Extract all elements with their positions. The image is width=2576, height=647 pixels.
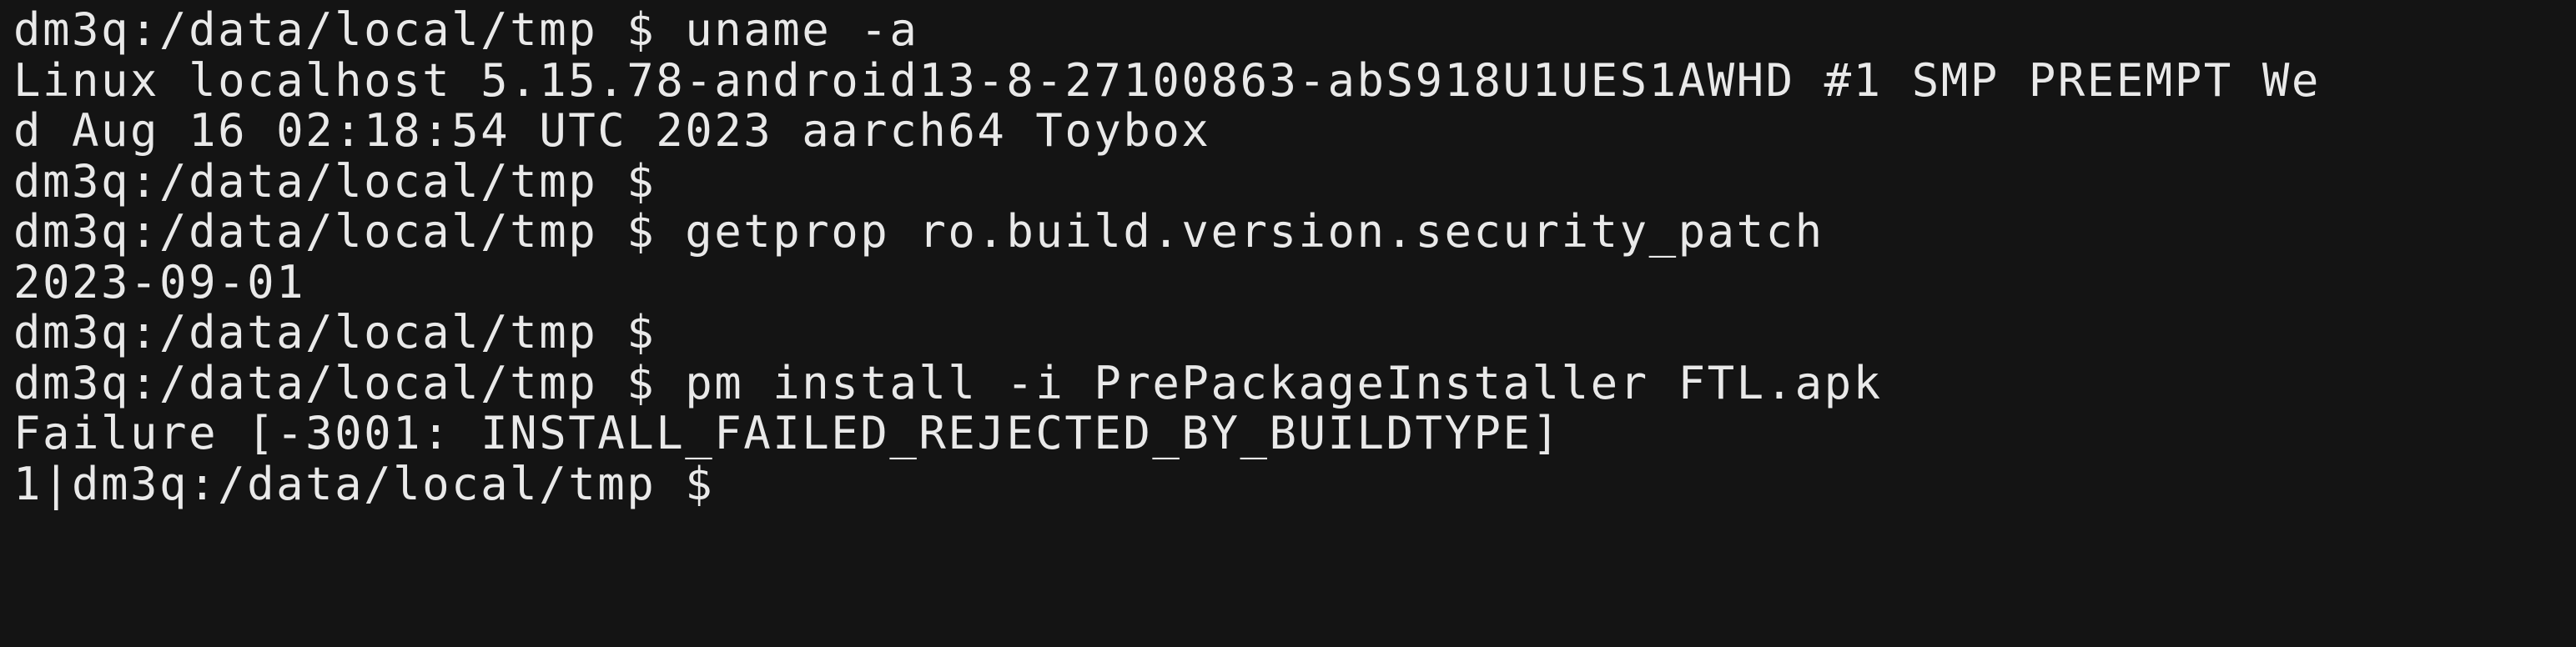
command-line-uname: dm3q:/data/local/tmp $ uname -a	[13, 3, 919, 56]
prompt-line-empty-2: dm3q:/data/local/tmp $	[13, 306, 657, 359]
terminal-output[interactable]: dm3q:/data/local/tmp $ uname -a Linux lo…	[0, 0, 2576, 647]
active-prompt-text: 1|dm3q:/data/local/tmp $	[13, 457, 715, 510]
command-line-pm-install: dm3q:/data/local/tmp $ pm install -i Pre…	[13, 356, 1883, 409]
output-line-failure: Failure [-3001: INSTALL_FAILED_REJECTED_…	[13, 407, 1562, 459]
output-line-security-patch: 2023-09-01	[13, 255, 306, 308]
output-line-kernel-1: Linux localhost 5.15.78-android13-8-2710…	[13, 53, 2321, 107]
active-prompt-line[interactable]: 1|dm3q:/data/local/tmp $	[13, 459, 2576, 510]
prompt-line-empty-1: dm3q:/data/local/tmp $	[13, 154, 657, 208]
command-line-getprop: dm3q:/data/local/tmp $ getprop ro.build.…	[13, 205, 1824, 258]
output-line-kernel-2: d Aug 16 02:18:54 UTC 2023 aarch64 Toybo…	[13, 104, 1211, 157]
